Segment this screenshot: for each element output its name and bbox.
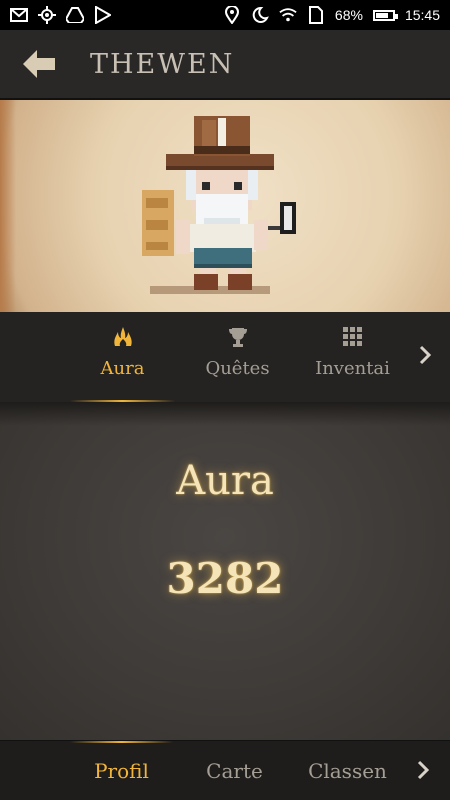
nav-carte[interactable]: Carte [178,741,291,800]
tab-bar: Aura Quêtes Inventai [0,312,450,402]
location-pin-icon [223,6,241,24]
aura-panel: Aura 3282 [0,402,450,740]
sim-icon [307,6,325,24]
stat-title: Aura [176,458,274,504]
trophy-icon [227,326,249,348]
status-bar-right: 68% 15:45 [223,6,440,24]
play-store-icon [94,6,112,24]
battery-percent: 68% [334,7,363,23]
nav-classement[interactable]: Classen [291,741,404,800]
character-sprite [142,116,296,294]
back-button[interactable] [0,29,80,99]
panel-shade [0,402,450,426]
page-title: THEWEN [90,48,235,80]
tab-aura-label: Aura [100,358,145,379]
character-banner [0,100,450,312]
aura-flame-icon [112,326,134,348]
wifi-icon [279,6,297,24]
battery-fill [375,12,389,18]
stat-value: 3282 [166,554,284,603]
grid-icon [342,326,363,348]
location-target-icon [38,6,56,24]
chevron-right-icon [417,760,430,780]
nav-profil[interactable]: Profil [65,741,178,800]
banner-edge [0,100,16,312]
tab-inventaire-label: Inventai [315,358,390,379]
status-bar: 68% 15:45 [0,0,450,30]
gmail-icon [10,6,28,24]
battery-icon [372,9,398,21]
back-arrow-icon [23,50,55,78]
bottom-nav-next-button[interactable] [416,759,430,785]
alarm-icon [251,6,269,24]
clock: 15:45 [404,7,440,23]
app-header: THEWEN [0,30,450,100]
tab-quetes-label: Quêtes [205,358,270,379]
tab-aura[interactable]: Aura [65,312,180,402]
tabs-next-button[interactable] [418,344,432,370]
tab-inventaire[interactable]: Inventai [295,312,410,402]
status-bar-left [10,6,112,24]
bottom-nav: Profil Carte Classen [0,740,450,800]
chevron-right-icon [419,345,432,365]
drive-icon [66,6,84,24]
tab-quetes[interactable]: Quêtes [180,312,295,402]
